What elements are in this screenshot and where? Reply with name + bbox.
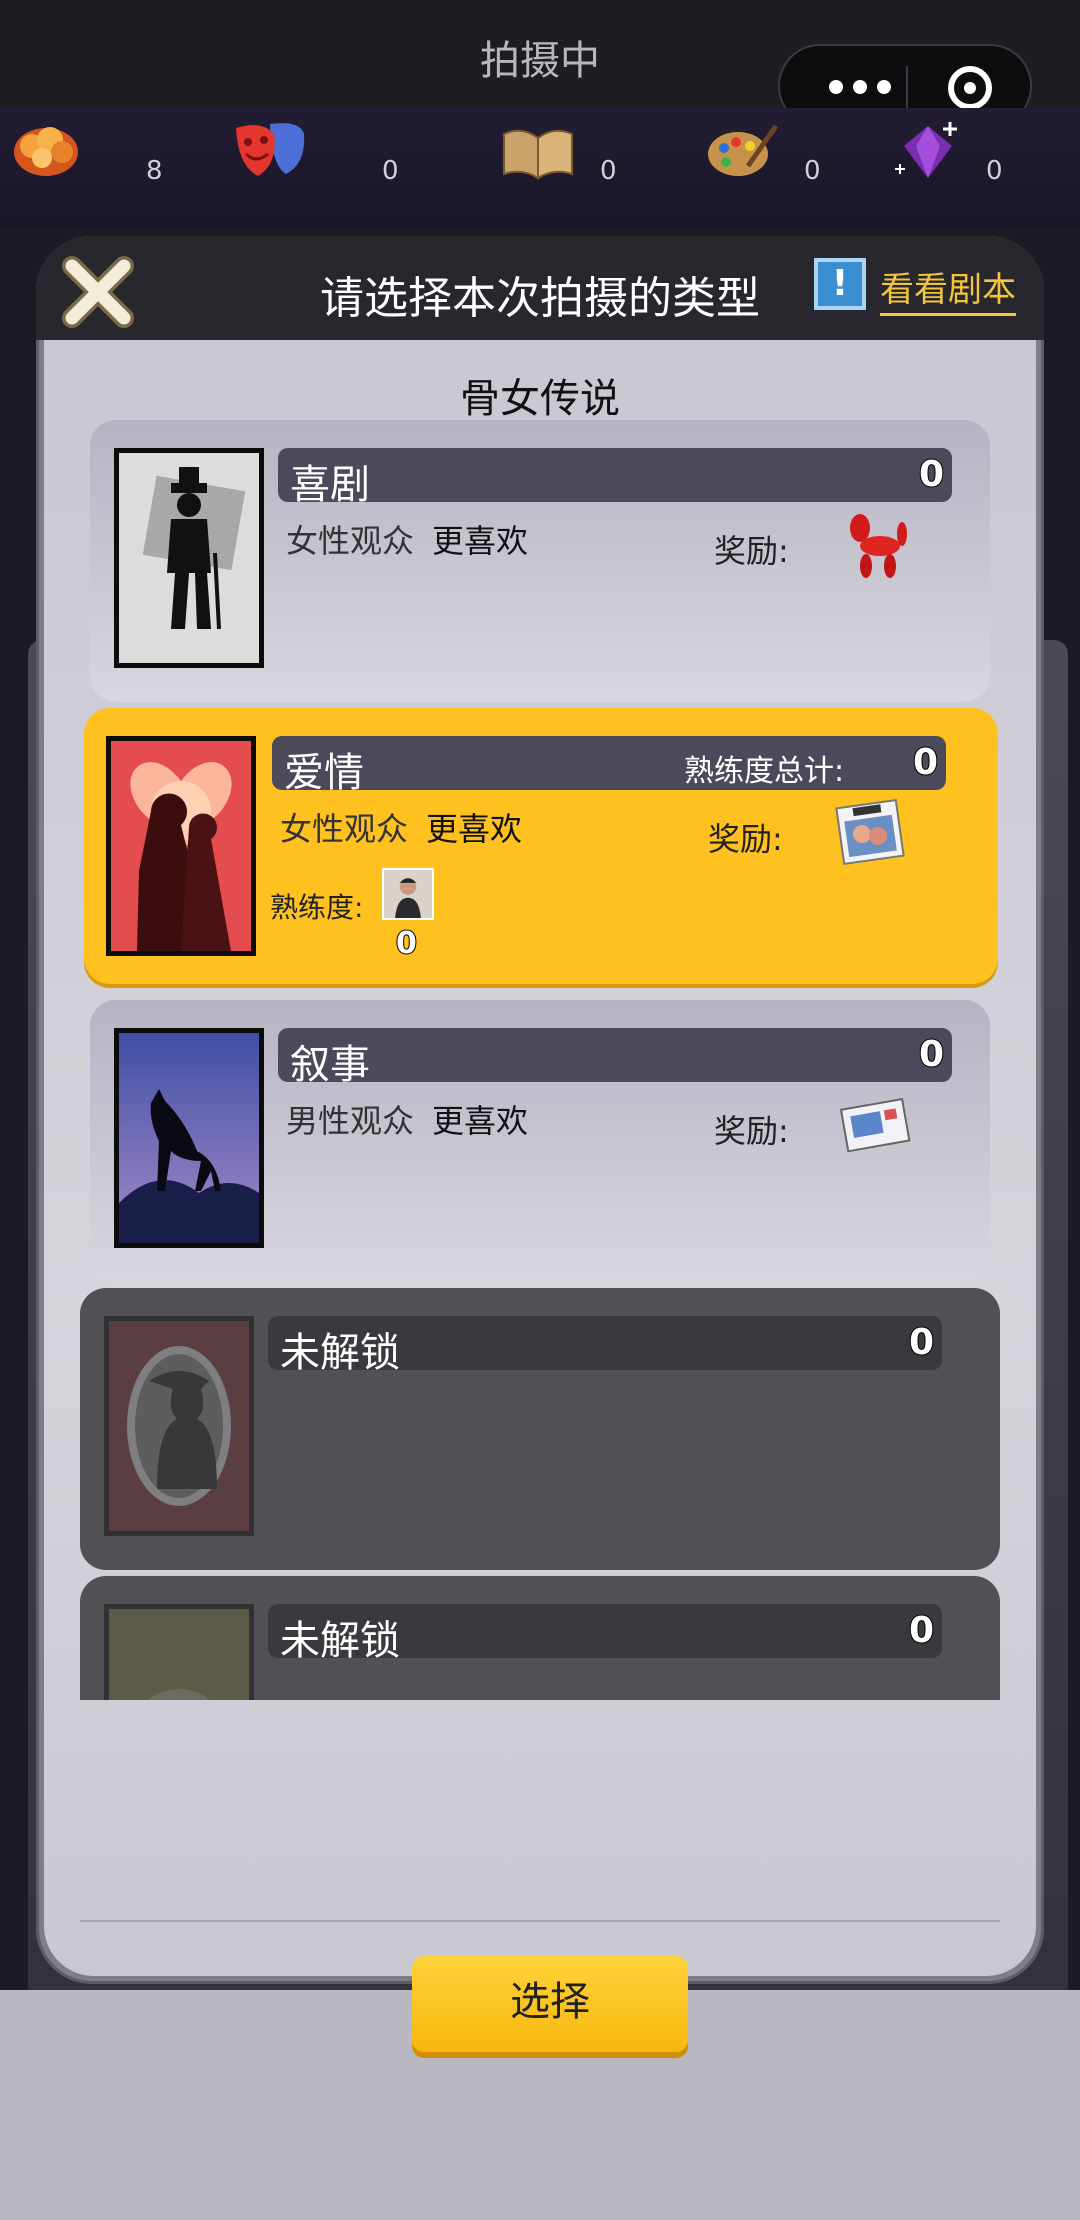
palette-icon [708,124,779,176]
gem-icon [895,122,957,178]
resource-gem: 0 [890,116,1020,196]
genre-name: 未解锁 [280,1618,400,1664]
prefers-label: 更喜欢 [432,522,529,560]
genre-name: 喜剧 [290,462,370,508]
proficiency-value: 0 [395,925,418,962]
genre-name: 叙事 [290,1042,370,1088]
close-miniprogram-icon[interactable] [948,66,992,110]
genre-card-romance[interactable]: 爱情 熟练度总计: 0 女性观众 更喜欢 奖励: 熟练度: 0 [84,708,998,984]
genre-name: 未解锁 [280,1330,400,1376]
resource-popcorn: 8 [8,116,163,196]
audience-preference: 女性观众 更喜欢 [280,804,522,850]
title-bar: 拍摄中 [0,0,1080,128]
genre-count: 0 [918,1033,945,1076]
genre-count: 0 [912,741,939,784]
comedy-poster-icon [114,448,264,668]
proficiency-total-label: 熟练度总计: [684,754,845,789]
resource-bar: 8 0 0 0 0 [0,108,1080,228]
balloon-dog-icon [850,514,907,578]
genre-card-locked: 未解锁 0 [80,1288,1000,1570]
dialog-header: 请选择本次拍摄的类型 ! 看看剧本 [36,236,1044,340]
prefers-label: 更喜欢 [426,810,523,848]
audience-label: 女性观众 [280,810,409,848]
calendar-photo-icon [835,798,905,866]
genre-name-bar: 爱情 熟练度总计: 0 [272,736,946,796]
genre-card-locked: 未解锁 0 [80,1576,1000,1700]
proficiency-label: 熟练度: [270,891,364,924]
audience-preference: 男性观众 更喜欢 [286,1096,528,1142]
prefers-label: 更喜欢 [432,1102,529,1140]
reward-label: 奖励: [714,532,789,570]
reward-label: 奖励: [708,820,783,858]
genre-name-bar: 叙事 0 [278,1028,952,1088]
genre-count: 0 [908,1321,935,1364]
capsule-divider [906,66,908,110]
genre-select-dialog: 请选择本次拍摄的类型 ! 看看剧本 骨女传说 喜剧 0 女性观众 更喜欢 奖励:… [36,236,1044,2052]
dialog-body: 骨女传说 喜剧 0 女性观众 更喜欢 奖励: 爱情 熟练度总计: 0 女性观众 … [44,340,1036,2052]
resource-masks: 0 [232,116,402,196]
select-button[interactable]: 选择 [412,1956,688,2052]
story-title: 骨女传说 [460,376,620,422]
resource-count: 0 [986,156,1003,186]
bottom-divider [80,1920,1000,1922]
exclamation-icon: ! [814,258,866,310]
audience-preference: 女性观众 更喜欢 [286,516,528,562]
postcard-icon [839,1097,911,1153]
genre-name-bar: 未解锁 0 [268,1604,942,1664]
genre-count: 0 [918,453,945,496]
resource-count: 8 [146,156,163,186]
book-icon [503,129,573,180]
resource-book: 0 [500,116,630,196]
popcorn-icon [14,127,78,176]
locked-poster-icon [104,1316,254,1536]
genre-card-comedy[interactable]: 喜剧 0 女性观众 更喜欢 奖励: [90,420,990,702]
genre-list[interactable]: 喜剧 0 女性观众 更喜欢 奖励: 爱情 熟练度总计: 0 女性观众 更喜欢 奖… [44,420,1036,1700]
reward-label: 奖励: [714,1112,789,1150]
actor-avatar-icon [382,868,434,920]
audience-label: 女性观众 [286,522,415,560]
more-menu-icon[interactable] [820,80,900,96]
genre-count: 0 [908,1609,935,1652]
resource-count: 0 [804,156,821,186]
narrative-poster-icon [114,1028,264,1248]
resource-palette: 0 [704,116,834,196]
resource-count: 0 [600,156,617,186]
resource-count: 0 [382,156,399,186]
theater-masks-icon [236,123,305,176]
view-script-label[interactable]: 看看剧本 [880,262,1016,316]
romance-poster-icon [106,736,256,956]
audience-label: 男性观众 [286,1102,415,1140]
locked-poster-icon [104,1604,254,1700]
genre-name-bar: 喜剧 0 [278,448,952,508]
genre-name: 爱情 [284,750,364,796]
genre-name-bar: 未解锁 0 [268,1316,942,1376]
genre-card-narrative[interactable]: 叙事 0 男性观众 更喜欢 奖励: [90,1000,990,1282]
